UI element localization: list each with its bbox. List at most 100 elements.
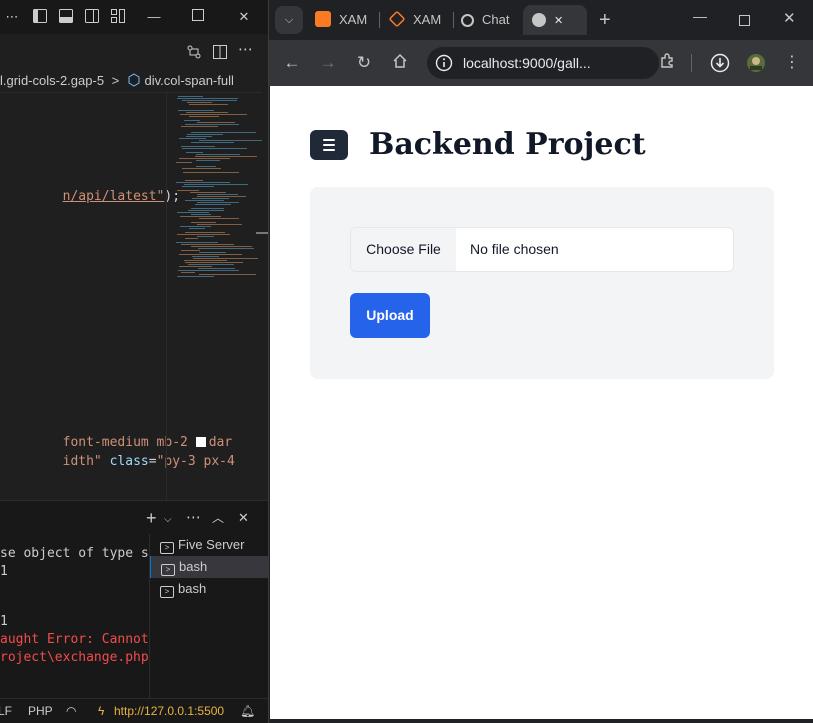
profile-avatar[interactable]	[746, 53, 766, 73]
scrollbar-thumb[interactable]	[256, 232, 268, 234]
status-bar: LF PHP ◠ ϟ http://127.0.0.1:5500 🔔︎	[0, 698, 268, 723]
eol-status[interactable]: LF	[0, 699, 12, 723]
minimap[interactable]	[168, 92, 262, 282]
minimap-line	[184, 260, 227, 261]
toggle-secondary-sidebar-icon[interactable]	[84, 9, 100, 25]
downloads-icon[interactable]	[710, 53, 730, 73]
minimap-line	[196, 154, 240, 155]
menu-button[interactable]	[310, 130, 348, 160]
file-input[interactable]: Choose File No file chosen	[350, 227, 734, 272]
panel-header: + ⌵ ⋯ ︿ ✕	[0, 501, 268, 535]
minimap-line	[176, 182, 230, 183]
vscode-title-bar: ⋯ — ✕	[0, 0, 268, 34]
terminal-line: 1	[0, 614, 8, 629]
minimize-icon[interactable]: —	[146, 9, 162, 25]
code-string: n/api/latest"	[62, 189, 165, 204]
forward-icon[interactable]: →	[318, 53, 338, 73]
terminal-item-label: bash	[179, 559, 208, 574]
hamburger-icon	[323, 144, 335, 146]
terminal-item-five-server[interactable]: > Five Server	[150, 534, 268, 556]
breadcrumb-item[interactable]: div.col-span-full	[145, 73, 234, 88]
browser-window: ⌵ XAM XAM Chat ✕ + — ✕ ← → ↻ ⋮ localhost…	[268, 0, 813, 723]
page-title: Backend Project	[369, 127, 646, 162]
site-info-icon[interactable]	[435, 54, 453, 77]
minimap-line	[182, 168, 221, 169]
toggle-panel-icon[interactable]	[58, 9, 74, 25]
open-changes-icon[interactable]	[186, 44, 202, 65]
language-status[interactable]: PHP	[28, 699, 53, 723]
minimap-line	[185, 232, 225, 233]
tab-active[interactable]: ✕	[523, 5, 587, 35]
customize-layout-icon[interactable]	[110, 9, 126, 25]
tab-label: Chat	[482, 12, 510, 27]
screen: ⋯ — ✕ ⋯ l.grid-cols-2.gap-5 > div.col-sp…	[0, 0, 813, 723]
minimap-line	[188, 264, 234, 265]
editor-actions-bar: ⋯	[0, 34, 268, 70]
chevron-down-icon[interactable]: ⌵	[164, 511, 172, 529]
terminal-item-bash[interactable]: > bash	[150, 578, 268, 600]
code-string: idth"	[62, 454, 110, 469]
minimap-line	[183, 172, 239, 173]
minimap-line	[177, 276, 214, 277]
code-string: "py-3 px-4	[156, 454, 235, 469]
minimap-line	[184, 184, 248, 185]
minimap-line	[186, 112, 228, 113]
close-panel-icon[interactable]: ✕	[238, 509, 249, 527]
upload-button[interactable]: Upload	[350, 293, 430, 338]
close-icon[interactable]: ✕	[236, 9, 252, 25]
breadcrumb-item[interactable]: l.grid-cols-2.gap-5	[0, 73, 104, 88]
minimap-line	[180, 114, 247, 115]
notifications-icon[interactable]: 🔔︎	[240, 699, 255, 723]
xampp-icon	[389, 10, 406, 28]
minimap-line	[179, 158, 230, 159]
terminal-icon: >	[161, 564, 175, 576]
minimap-line	[185, 124, 239, 125]
address-bar[interactable]: localhost:9000/gall...	[427, 47, 659, 79]
tab-chat[interactable]: Chat	[461, 5, 521, 35]
maximize-icon[interactable]	[190, 9, 206, 25]
live-server-status[interactable]: http://127.0.0.1:5500	[114, 699, 224, 723]
minimap-line	[195, 204, 231, 205]
hamburger-icon	[323, 149, 335, 151]
minimap-line	[191, 142, 234, 143]
maximize-panel-icon[interactable]: ︿	[212, 509, 224, 527]
reload-icon[interactable]: ↻	[354, 53, 374, 73]
minimap-line	[185, 180, 203, 181]
minimap-line	[187, 102, 212, 103]
toggle-primary-sidebar-icon[interactable]	[32, 9, 48, 25]
back-icon[interactable]: ←	[282, 53, 302, 73]
chrome-menu-icon[interactable]: ⋮	[782, 53, 802, 73]
minimap-line	[197, 202, 239, 203]
more-icon[interactable]: ⋯	[4, 9, 20, 25]
minimize-icon[interactable]: —	[693, 8, 707, 24]
tab-close-icon[interactable]: ✕	[554, 15, 563, 27]
minimap-line	[179, 254, 242, 255]
terminal-line: 1	[0, 564, 8, 579]
breadcrumb: l.grid-cols-2.gap-5 > div.col-span-full	[0, 70, 268, 92]
more-icon[interactable]: ⋯	[186, 509, 201, 527]
minimap-line	[178, 110, 214, 111]
extensions-icon[interactable]	[657, 53, 677, 73]
split-editor-icon[interactable]	[212, 44, 228, 65]
minimap-line	[197, 196, 246, 197]
more-actions-icon[interactable]: ⋯	[238, 40, 253, 58]
new-tab-button[interactable]: +	[599, 8, 611, 32]
choose-file-button[interactable]: Choose File	[351, 228, 456, 271]
code-punct: =	[148, 454, 157, 469]
tab-divider	[379, 12, 380, 28]
minimap-line	[191, 214, 211, 215]
tab-label: XAM	[339, 12, 368, 27]
close-icon[interactable]: ✕	[783, 9, 796, 27]
new-terminal-icon[interactable]: +	[146, 509, 157, 527]
minimap-line	[185, 262, 243, 263]
maximize-icon[interactable]	[739, 13, 750, 31]
tab-search-button[interactable]: ⌵	[275, 6, 303, 34]
tab-xampp-1[interactable]: XAM	[315, 5, 375, 35]
url-text[interactable]: localhost:9000/gall...	[463, 47, 591, 79]
code-line: idth" class="py-3 px-4	[0, 433, 235, 469]
vscode-window: ⋯ — ✕ ⋯ l.grid-cols-2.gap-5 > div.col-sp…	[0, 0, 268, 723]
minimap-line	[189, 116, 219, 117]
terminal-item-bash[interactable]: > bash	[150, 556, 268, 578]
home-icon[interactable]	[390, 53, 410, 73]
tab-xampp-2[interactable]: XAM	[389, 5, 449, 35]
